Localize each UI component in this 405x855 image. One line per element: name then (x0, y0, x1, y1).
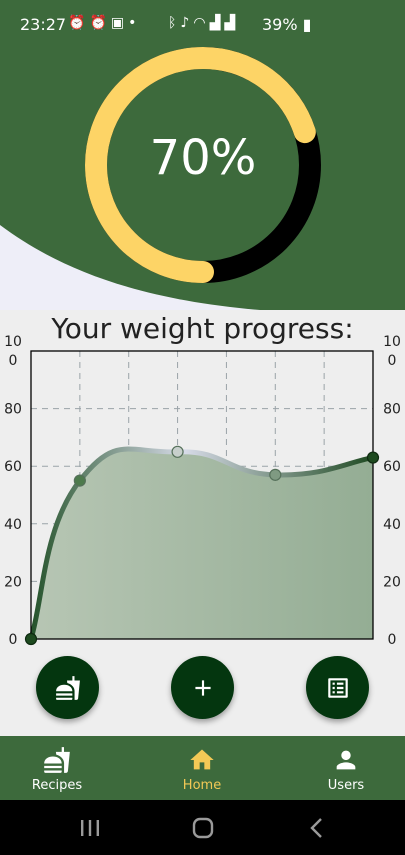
battery-percentage: 39% ▮ (262, 15, 311, 34)
y-tick-label: 60 (4, 459, 22, 475)
person-icon (336, 750, 356, 770)
data-point (269, 468, 282, 481)
status-system-icons: ᛒ♪◠▟▟ (168, 15, 239, 31)
status-notification-icons: ⏰⏰▣• (68, 15, 140, 31)
y-tick-label: 20 (383, 574, 401, 590)
signal-icon: ▟ (209, 15, 225, 31)
home-circle-icon (192, 817, 214, 839)
bluetooth-icon: ᛒ (168, 15, 181, 31)
image-icon: ▣ (110, 15, 129, 31)
y-tick-label: 0 (9, 353, 18, 369)
y-tick-label: 0 (9, 632, 18, 648)
nav-label-home: Home (182, 778, 222, 793)
back-button[interactable] (302, 814, 332, 842)
bottom-navigation: Recipes Home Users (0, 736, 405, 800)
alarm-icon: ⏰ (68, 15, 90, 31)
y-tick-label: 0 (388, 353, 397, 369)
status-bar: 23:27 ⏰⏰▣• ᛒ♪◠▟▟ 39% ▮ (0, 0, 405, 48)
list-fab[interactable] (306, 656, 369, 719)
y-tick-label: 10 (4, 334, 22, 350)
nav-label-users: Users (327, 778, 365, 793)
nav-item-recipes[interactable]: Recipes (2, 736, 112, 800)
plus-icon (194, 679, 211, 696)
recents-icon (81, 820, 99, 836)
mute-icon: ♪ (180, 15, 194, 31)
recipes-fab[interactable] (36, 656, 99, 719)
y-tick-label: 60 (383, 459, 401, 475)
data-point (171, 445, 184, 458)
y-tick-label: 20 (4, 574, 22, 590)
home-button[interactable] (188, 814, 218, 842)
back-arrow-icon (310, 818, 322, 838)
home-icon (190, 749, 214, 770)
header: 23:27 ⏰⏰▣• ᛒ♪◠▟▟ 39% ▮ 70% (0, 0, 405, 310)
add-fab[interactable] (171, 656, 234, 719)
fastfood-icon (44, 747, 70, 773)
signal-icon: ▟ (224, 15, 240, 31)
wifi-icon: ◠ (193, 15, 210, 31)
battery-icon: ▮ (297, 15, 312, 34)
y-tick-label: 0 (388, 632, 397, 648)
weight-chart: 0 0 20 20 40 40 60 60 80 80 10 0 10 0 (4, 334, 401, 648)
recents-button[interactable] (75, 814, 105, 842)
nav-item-users[interactable]: Users (291, 736, 401, 800)
y-tick-label: 40 (4, 517, 22, 533)
data-point (24, 632, 38, 646)
data-point (73, 474, 86, 487)
y-tick-label: 80 (4, 402, 22, 418)
battery-text: 39% (262, 15, 298, 34)
alarm-icon: ⏰ (89, 15, 111, 31)
list-alt-icon (327, 677, 348, 698)
dot-icon: • (128, 15, 141, 31)
y-tick-label: 80 (383, 402, 401, 418)
y-tick-label: 40 (383, 517, 401, 533)
progress-percentage: 70% (149, 130, 257, 186)
system-navigation-bar (0, 800, 405, 855)
status-time: 23:27 (20, 15, 67, 34)
data-point (366, 451, 380, 464)
y-tick-label: 10 (383, 334, 401, 350)
fastfood-icon (55, 675, 80, 700)
nav-item-home[interactable]: Home (147, 736, 257, 800)
nav-label-recipes: Recipes (31, 778, 83, 793)
